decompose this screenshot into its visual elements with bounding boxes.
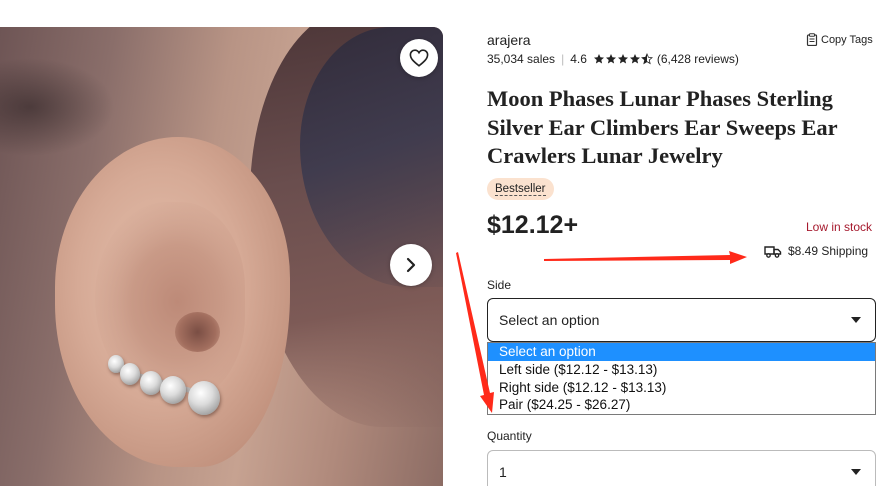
truck-icon [764,245,782,258]
star-icon [629,54,640,64]
rating-value: 4.6 [570,52,587,66]
side-label: Side [487,278,512,292]
star-icon [617,54,628,64]
product-price: $12.12+ [487,211,579,239]
moon-phase-5 [188,381,220,415]
reviews-link[interactable]: (6,428 reviews) [657,52,739,66]
shop-name-link[interactable]: arajera [487,32,531,48]
star-half-icon [640,53,653,65]
star-icon [605,54,616,64]
quantity-label: Quantity [487,429,532,443]
quantity-value: 1 [499,464,507,480]
moon-phase-3 [140,371,162,395]
option-right-side[interactable]: Right side ($12.12 - $13.13) [488,379,875,397]
side-options-list: Select an option Left side ($12.12 - $13… [487,342,876,415]
caret-down-icon [851,469,861,475]
star-rating [593,53,653,65]
caret-down-icon [851,317,861,323]
heart-icon [409,49,429,67]
side-select-value: Select an option [499,312,600,328]
divider: | [561,52,565,66]
bestseller-badge[interactable]: Bestseller [487,178,554,200]
badge-label: Bestseller [495,183,546,196]
option-pair[interactable]: Pair ($24.25 - $26.27) [488,396,875,414]
next-image-button[interactable] [390,244,432,286]
moon-phase-4 [160,376,186,404]
arrow-to-shipping [544,251,747,264]
side-select[interactable]: Select an option [487,298,876,342]
shipping-price: $8.49 Shipping [788,244,869,258]
product-image[interactable] [0,27,443,486]
option-left-side[interactable]: Left side ($12.12 - $13.13) [488,361,875,379]
option-select-an-option[interactable]: Select an option [488,343,875,361]
star-icon [593,54,604,64]
shop-meta: 35,034 sales | 4.6 (6,428 reviews) [487,52,739,66]
product-title: Moon Phases Lunar Phases Sterling Silver… [487,86,838,168]
copy-tags-button[interactable]: Copy Tags [806,33,873,46]
quantity-select[interactable]: 1 [487,450,876,486]
shipping-info: $8.49 Shipping [764,244,868,258]
stock-status: Low in stock [806,220,873,234]
favorite-button[interactable] [400,39,438,77]
clipboard-icon [806,33,818,46]
copy-tags-label: Copy Tags [821,33,873,46]
ear-canal-shape [175,312,220,352]
sales-count: 35,034 sales [487,52,556,66]
moon-phase-2 [120,363,140,385]
chevron-right-icon [406,257,416,273]
